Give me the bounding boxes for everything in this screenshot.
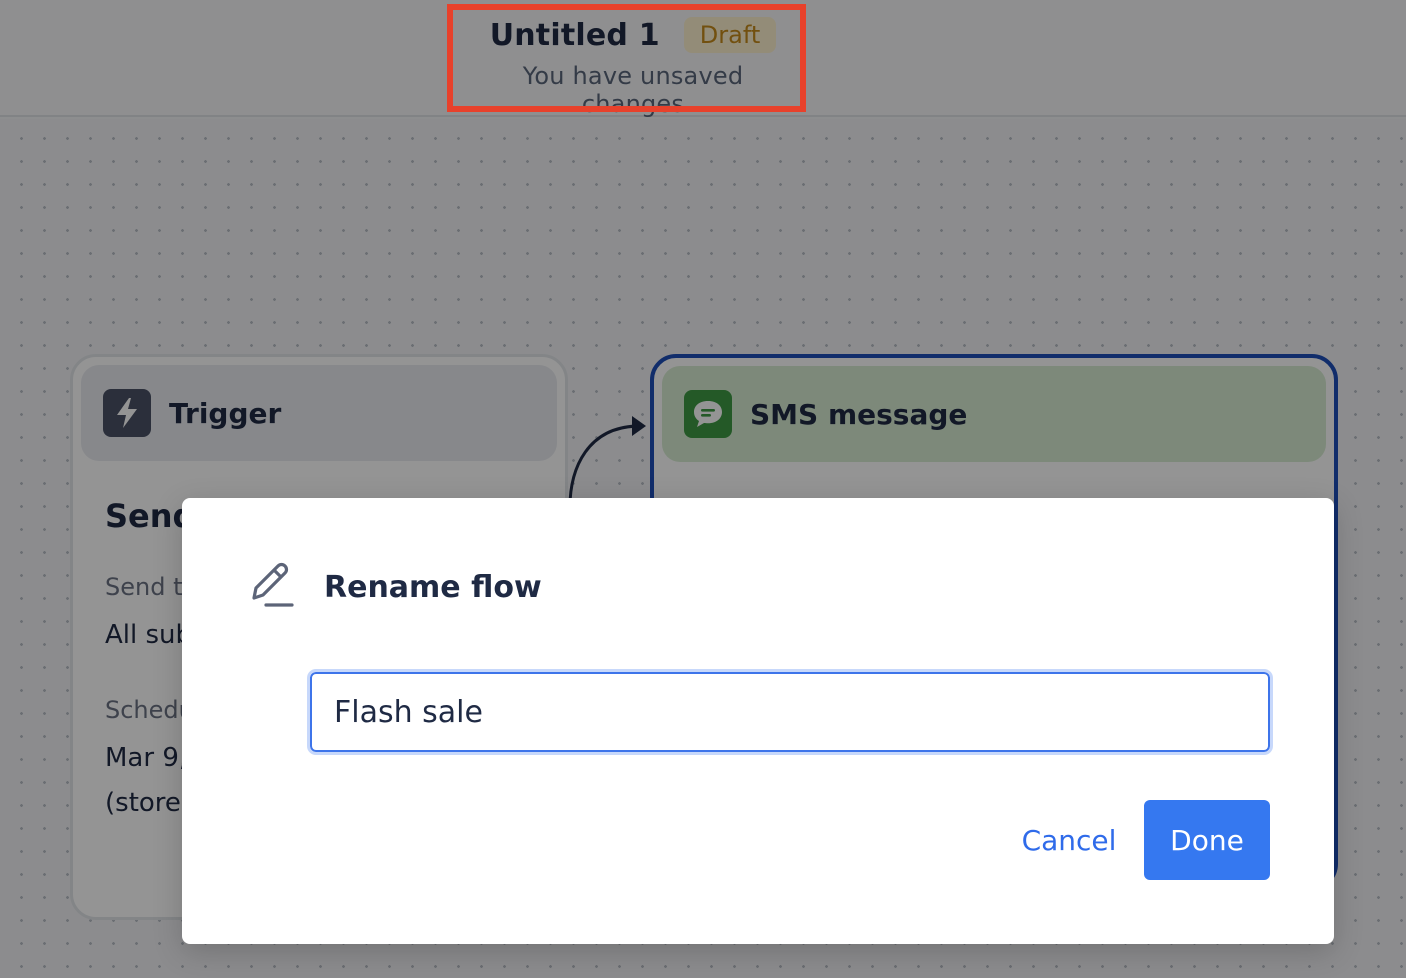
done-button[interactable]: Done [1144,800,1270,880]
pencil-icon [244,560,294,614]
highlight-annotation [447,4,806,112]
flow-name-input[interactable] [307,669,1273,755]
dialog-title: Rename flow [324,569,542,605]
cancel-button[interactable]: Cancel [1008,800,1130,880]
rename-flow-dialog: Rename flow Cancel Done [182,498,1334,944]
